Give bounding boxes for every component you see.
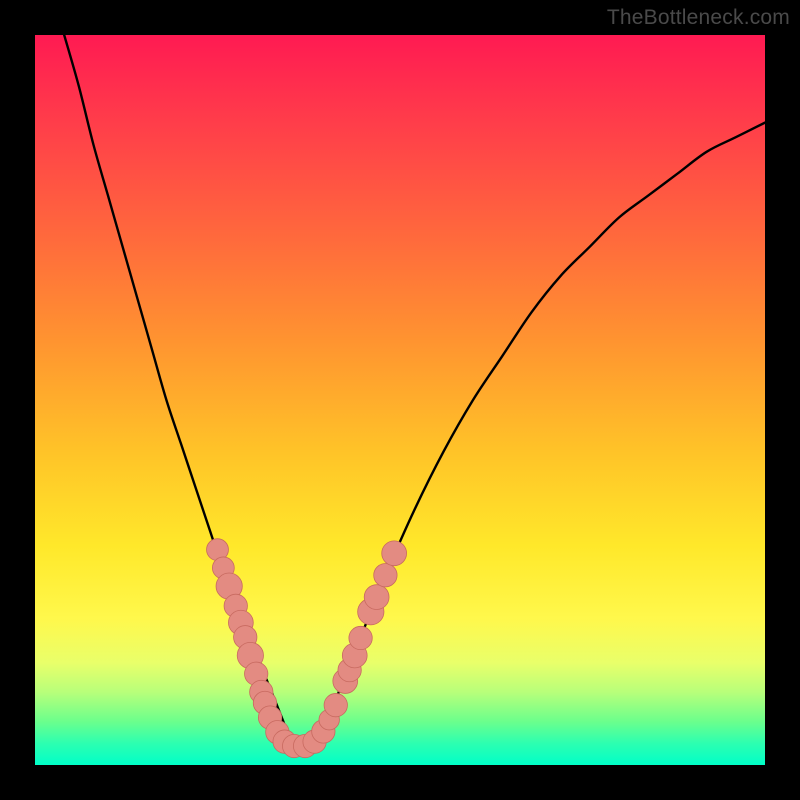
- curve-marker: [364, 585, 389, 610]
- watermark-text: TheBottleneck.com: [607, 6, 790, 30]
- curve-markers: [207, 539, 407, 758]
- curve-marker: [324, 693, 347, 716]
- chart-svg: [35, 35, 765, 765]
- curve-marker: [374, 564, 397, 587]
- curve-marker: [382, 541, 407, 566]
- curve-marker: [349, 626, 372, 649]
- chart-plot-area: [35, 35, 765, 765]
- chart-frame: TheBottleneck.com: [0, 0, 800, 800]
- bottleneck-curve: [64, 35, 765, 745]
